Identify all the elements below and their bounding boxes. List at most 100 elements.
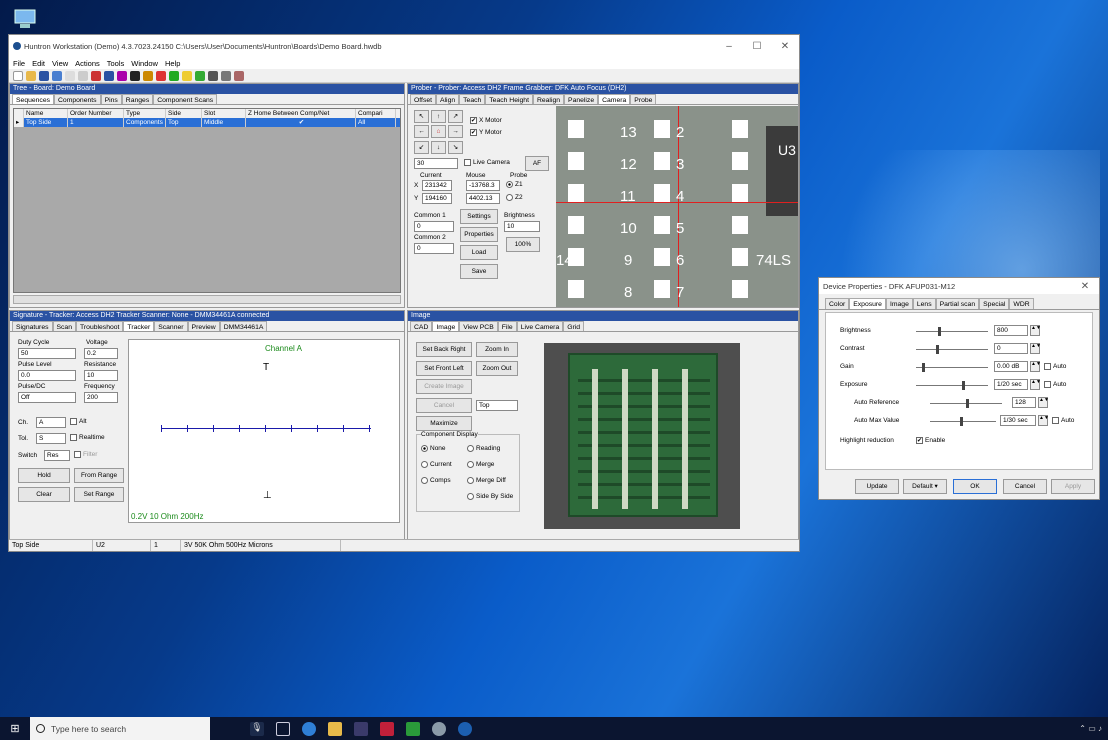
update-button[interactable]: Update	[855, 479, 899, 494]
move-icon[interactable]	[104, 70, 114, 81]
default-button[interactable]: Default ▾	[903, 479, 947, 494]
tab-components[interactable]: Components	[54, 94, 101, 104]
pulse-level-select[interactable]: 0.0	[18, 370, 76, 381]
zoom-out-button[interactable]: Zoom Out	[476, 361, 518, 376]
tab-partial-scan[interactable]: Partial scan	[935, 298, 980, 309]
meter-icon[interactable]	[221, 70, 231, 81]
run-icon[interactable]	[130, 70, 140, 81]
auto-reference-slider[interactable]	[930, 399, 1002, 408]
tab-wdr[interactable]: WDR	[1009, 298, 1034, 309]
ok-button[interactable]: OK	[953, 479, 997, 494]
dialog-close-button[interactable]: ✕	[1071, 281, 1099, 292]
save-button[interactable]: Save	[460, 264, 498, 279]
filter-checkbox[interactable]: Filter	[74, 451, 97, 458]
filter-icon[interactable]	[169, 70, 179, 81]
af-button[interactable]: AF	[525, 156, 549, 171]
cancel-button[interactable]: Cancel	[1003, 479, 1047, 494]
channel-select[interactable]: A	[36, 417, 66, 428]
realtime-checkbox[interactable]: Realtime	[70, 434, 105, 441]
tab-sequences[interactable]: Sequences	[12, 94, 55, 104]
brightness-input[interactable]: 10	[504, 221, 540, 232]
microphone-icon[interactable]: 🎙	[250, 721, 264, 736]
table-row[interactable]: ▸ Top Side 1 Components Top Middle ✔ All	[14, 118, 400, 127]
common2-select[interactable]: 0	[414, 243, 454, 254]
z2-radio[interactable]: Z2	[506, 194, 523, 201]
sequence-grid[interactable]: Name Order Number Type Side Slot Z Home …	[13, 108, 401, 293]
paste-icon[interactable]	[78, 70, 88, 81]
live-camera-checkbox[interactable]: Live Camera	[464, 159, 510, 166]
tab-dmm[interactable]: DMM34461A	[219, 321, 268, 331]
gain-value[interactable]: 0.00 dB	[994, 361, 1028, 372]
camera-view[interactable]: 13 12 11 10 9 8 2 3 4 5 6 7 U3 74LS 14	[556, 106, 798, 307]
merge-diff-radio[interactable]: Merge Diff	[467, 477, 506, 484]
auto-max-auto-checkbox[interactable]: Auto	[1052, 417, 1074, 424]
voltage-select[interactable]: 0.2	[84, 348, 118, 359]
auto-max-value-spin[interactable]: ▲▼	[1038, 415, 1049, 426]
create-image-button[interactable]: Create Image	[416, 379, 472, 394]
y-motor-checkbox[interactable]: ✔ Y Motor	[470, 129, 502, 136]
settings-button[interactable]: Settings	[460, 209, 498, 224]
merge-radio[interactable]: Merge	[467, 461, 494, 468]
tab-exposure[interactable]: Exposure	[849, 298, 886, 309]
tab-live-camera[interactable]: Live Camera	[516, 321, 564, 331]
app-green-icon[interactable]	[406, 721, 420, 736]
delete-icon[interactable]	[91, 70, 101, 81]
jog-right-icon[interactable]: →	[448, 125, 463, 139]
app-pn-icon[interactable]	[354, 721, 368, 736]
frequency-select[interactable]: 200	[84, 392, 118, 403]
set-front-left-button[interactable]: Set Front Left	[416, 361, 472, 376]
jog-down-left-icon[interactable]: ↙	[414, 140, 429, 154]
brightness-spin[interactable]: ▲▼	[1030, 325, 1041, 336]
bulb-icon[interactable]	[182, 70, 192, 81]
gain-spin[interactable]: ▲▼	[1030, 361, 1041, 372]
zoom-in-button[interactable]: Zoom In	[476, 342, 518, 357]
apply-button[interactable]: Apply	[1051, 479, 1095, 494]
home-icon[interactable]: ⌂	[431, 125, 446, 139]
gain-slider[interactable]	[916, 363, 988, 372]
system-tray[interactable]: ⌃ ▭ ♪	[1048, 717, 1108, 740]
comps-radio[interactable]: Comps	[421, 477, 451, 484]
signature-display[interactable]: Channel A T ⊥ 0.2V 10 Ohm 200Hz	[128, 339, 400, 523]
menu-window[interactable]: Window	[131, 59, 158, 68]
maximize-image-button[interactable]: Maximize	[416, 416, 472, 431]
pcb-image[interactable]	[544, 343, 740, 529]
jog-up-left-icon[interactable]: ↖	[414, 110, 429, 123]
edge-icon[interactable]	[302, 721, 316, 736]
common1-select[interactable]: 0	[414, 221, 454, 232]
switch-select[interactable]: Res	[44, 450, 70, 461]
jog-up-icon[interactable]: ↑	[431, 110, 446, 123]
jog-down-icon[interactable]: ↓	[431, 140, 446, 154]
tab-align[interactable]: Align	[436, 94, 460, 104]
search-box[interactable]: Type here to search	[30, 717, 210, 740]
menu-view[interactable]: View	[52, 59, 68, 68]
tab-tracker[interactable]: Tracker	[123, 321, 155, 331]
reading-radio[interactable]: Reading	[467, 445, 500, 452]
x-motor-checkbox[interactable]: ✔ X Motor	[470, 117, 502, 124]
menu-help[interactable]: Help	[165, 59, 180, 68]
tab-special[interactable]: Special	[979, 298, 1010, 309]
auto-max-value-slider[interactable]	[930, 417, 996, 426]
tracker-icon[interactable]	[208, 70, 218, 81]
pcb-icon[interactable]	[195, 70, 205, 81]
file-explorer-icon[interactable]	[328, 721, 342, 736]
contrast-slider[interactable]	[916, 345, 988, 354]
tab-lens[interactable]: Lens	[912, 298, 936, 309]
tab-teach-height[interactable]: Teach Height	[485, 94, 533, 104]
resistance-select[interactable]: 10	[84, 370, 118, 381]
tab-panelize[interactable]: Panelize	[564, 94, 599, 104]
tab-component-scans[interactable]: Component Scans	[153, 94, 218, 104]
menu-file[interactable]: File	[13, 59, 25, 68]
load-button[interactable]: Load	[460, 245, 498, 260]
tab-troubleshoot[interactable]: Troubleshoot	[76, 321, 124, 331]
copy-icon[interactable]	[65, 70, 75, 81]
tab-teach[interactable]: Teach	[459, 94, 486, 104]
tab-offset[interactable]: Offset	[410, 94, 437, 104]
tab-scan[interactable]: Scan	[52, 321, 76, 331]
exposure-auto-checkbox[interactable]: Auto	[1044, 381, 1066, 388]
side-by-side-radio[interactable]: Side By Side	[467, 493, 513, 500]
cancel-image-button[interactable]: Cancel	[416, 398, 472, 413]
jog-down-right-icon[interactable]: ↘	[448, 140, 463, 154]
app-gear-icon[interactable]	[432, 721, 446, 736]
probe-icon[interactable]	[117, 70, 127, 81]
brightness-value[interactable]: 800	[994, 325, 1028, 336]
